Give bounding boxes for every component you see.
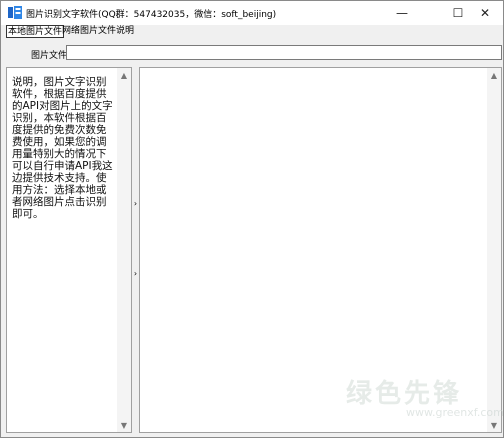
menu-local-image[interactable]: 本地图片文件: [6, 25, 65, 38]
title-bar[interactable]: 图片识别文字软件(QQ群：547432035，微信：soft_beijing) …: [1, 1, 503, 25]
scroll-up-icon[interactable]: ▲: [117, 68, 131, 82]
image-file-label: 图片文件: [31, 51, 68, 61]
description-pane[interactable]: 说明，图片文字识别软件，根据百度提供的API对图片上的文字识别，本软件根据百度提…: [6, 67, 132, 433]
splitter-arrow-icon[interactable]: ›: [132, 197, 139, 209]
watermark-logo: 绿色先锋 www.greenxf.com: [346, 373, 504, 423]
pane-splitter[interactable]: › ›: [132, 67, 139, 433]
menu-network-image[interactable]: 网络图片文件: [61, 25, 117, 38]
watermark-url: www.greenxf.com: [406, 406, 504, 419]
scroll-down-icon[interactable]: ▼: [117, 418, 131, 432]
close-button[interactable]: ✕: [468, 1, 502, 25]
description-scrollbar[interactable]: ▲ ▼: [117, 68, 131, 432]
minimize-button[interactable]: —: [385, 1, 419, 25]
watermark-main: 绿色先锋: [346, 379, 463, 409]
splitter-arrow-icon[interactable]: ›: [132, 267, 139, 279]
description-text: 说明，图片文字识别软件，根据百度提供的API对图片上的文字识别，本软件根据百度提…: [12, 76, 113, 220]
menu-instructions[interactable]: 说明: [115, 25, 135, 38]
image-file-input[interactable]: [66, 45, 502, 60]
window-title: 图片识别文字软件(QQ群：547432035，微信：soft_beijing): [26, 10, 277, 20]
menu-bar: 本地图片文件 网络图片文件 说明: [1, 25, 503, 38]
app-window: 图片识别文字软件(QQ群：547432035，微信：soft_beijing) …: [0, 0, 504, 438]
scroll-up-icon[interactable]: ▲: [487, 68, 501, 82]
app-icon: [8, 6, 22, 19]
